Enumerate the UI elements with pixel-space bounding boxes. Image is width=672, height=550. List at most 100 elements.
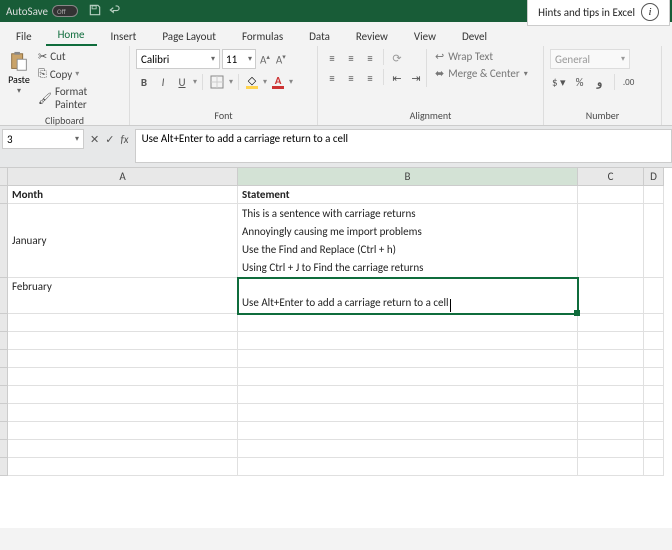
col-header-a[interactable]: A xyxy=(8,168,238,186)
cell[interactable] xyxy=(578,332,644,350)
cell-d2[interactable] xyxy=(644,204,664,278)
cell[interactable] xyxy=(644,440,664,458)
row-gutter[interactable] xyxy=(0,422,8,440)
increase-font-icon[interactable]: A▴ xyxy=(258,52,272,67)
align-left-icon[interactable]: ≡ xyxy=(324,69,340,87)
row-gutter[interactable] xyxy=(0,332,8,350)
format-painter-button[interactable]: 🖌Format Painter xyxy=(36,84,123,112)
cell[interactable] xyxy=(238,332,578,350)
row-gutter[interactable] xyxy=(0,204,8,278)
underline-button[interactable]: U xyxy=(174,73,190,91)
cell[interactable] xyxy=(578,386,644,404)
cell[interactable] xyxy=(578,404,644,422)
cell-c1[interactable] xyxy=(578,186,644,204)
hints-callout[interactable]: Hints and tips in Excel i xyxy=(527,0,670,26)
cell-d3[interactable] xyxy=(644,278,664,314)
row-gutter[interactable] xyxy=(0,278,8,314)
cell-a3[interactable]: February xyxy=(8,278,238,314)
increase-decimal-icon[interactable]: .00 xyxy=(621,73,637,91)
cell[interactable] xyxy=(238,404,578,422)
undo-icon[interactable] xyxy=(108,3,122,20)
cell[interactable] xyxy=(8,332,238,350)
cell-c2[interactable] xyxy=(578,204,644,278)
cell[interactable] xyxy=(238,440,578,458)
row-gutter[interactable] xyxy=(0,186,8,204)
tab-page-layout[interactable]: Page Layout xyxy=(150,26,228,46)
wrap-text-button[interactable]: ↩Wrap Text xyxy=(431,49,532,64)
cell[interactable] xyxy=(644,350,664,368)
cancel-edit-icon[interactable]: ✕ xyxy=(90,133,99,146)
cell[interactable] xyxy=(8,314,238,332)
autosave-toggle[interactable]: AutoSave Off xyxy=(6,5,78,18)
cell[interactable] xyxy=(644,422,664,440)
row-gutter[interactable] xyxy=(0,458,8,476)
italic-button[interactable]: I xyxy=(155,73,171,91)
increase-indent-icon[interactable]: ⇥ xyxy=(408,69,424,87)
cell[interactable] xyxy=(578,350,644,368)
cell-a2[interactable]: January xyxy=(8,204,238,278)
font-color-button[interactable]: A xyxy=(270,75,286,89)
align-bottom-icon[interactable]: ≡ xyxy=(362,49,378,67)
decrease-indent-icon[interactable]: ⇤ xyxy=(389,69,405,87)
tab-formulas[interactable]: Formulas xyxy=(230,26,295,46)
borders-button[interactable] xyxy=(208,73,226,91)
copy-button[interactable]: ⎘Copy ▾ xyxy=(36,66,123,82)
tab-review[interactable]: Review xyxy=(344,26,400,46)
cell[interactable] xyxy=(238,458,578,476)
cell[interactable] xyxy=(644,368,664,386)
tab-insert[interactable]: Insert xyxy=(99,26,149,46)
font-name-select[interactable]: Calibri▾ xyxy=(136,49,220,69)
align-right-icon[interactable]: ≡ xyxy=(362,69,378,87)
formula-bar-input[interactable]: Use Alt+Enter to add a carriage return t… xyxy=(135,129,672,163)
decrease-font-icon[interactable]: A▾ xyxy=(274,52,288,67)
cell[interactable] xyxy=(8,422,238,440)
cell[interactable] xyxy=(238,422,578,440)
cell[interactable] xyxy=(8,386,238,404)
col-header-c[interactable]: C xyxy=(578,168,644,186)
row-gutter[interactable] xyxy=(0,386,8,404)
tab-home[interactable]: Home xyxy=(46,24,97,46)
fill-color-button[interactable]: ◇ xyxy=(244,75,260,89)
cell[interactable] xyxy=(578,458,644,476)
cell-c3[interactable] xyxy=(578,278,644,314)
cell[interactable] xyxy=(8,350,238,368)
align-top-icon[interactable]: ≡ xyxy=(324,49,340,67)
cut-button[interactable]: ✂Cut xyxy=(36,49,123,64)
cell[interactable] xyxy=(8,404,238,422)
select-all-corner[interactable] xyxy=(0,168,8,186)
cell-d1[interactable] xyxy=(644,186,664,204)
row-gutter[interactable] xyxy=(0,350,8,368)
paste-button[interactable]: Paste ▾ xyxy=(6,49,32,112)
tab-file[interactable]: File xyxy=(4,26,44,46)
worksheet[interactable]: A B C D Month Statement January This is … xyxy=(0,168,672,528)
row-gutter[interactable] xyxy=(0,404,8,422)
font-size-select[interactable]: 11▾ xyxy=(222,49,256,69)
cell[interactable] xyxy=(644,404,664,422)
cell[interactable] xyxy=(238,368,578,386)
accounting-format-button[interactable]: $ ▾ xyxy=(550,73,568,91)
cell[interactable] xyxy=(8,368,238,386)
cell[interactable] xyxy=(644,332,664,350)
align-center-icon[interactable]: ≡ xyxy=(343,69,359,87)
tab-data[interactable]: Data xyxy=(297,26,342,46)
cell[interactable] xyxy=(644,458,664,476)
cell-a1[interactable]: Month xyxy=(8,186,238,204)
fx-icon[interactable]: fx xyxy=(120,133,128,146)
cell[interactable] xyxy=(644,314,664,332)
row-gutter[interactable] xyxy=(0,368,8,386)
cell[interactable] xyxy=(578,314,644,332)
cell-b3-editing[interactable]: Use Alt+Enter to add a carriage return t… xyxy=(238,278,578,314)
cell[interactable] xyxy=(644,386,664,404)
col-header-d[interactable]: D xyxy=(644,168,664,186)
number-format-select[interactable]: General▾ xyxy=(550,49,630,69)
percent-button[interactable]: % xyxy=(572,73,588,91)
tab-developer[interactable]: Devel xyxy=(450,26,499,46)
comma-style-button[interactable]: و xyxy=(592,73,608,91)
align-middle-icon[interactable]: ≡ xyxy=(343,49,359,67)
cell-b2[interactable]: This is a sentence with carriage returns… xyxy=(238,204,578,278)
cell[interactable] xyxy=(8,440,238,458)
tab-view[interactable]: View xyxy=(402,26,448,46)
cell[interactable] xyxy=(238,386,578,404)
cell[interactable] xyxy=(578,368,644,386)
cell[interactable] xyxy=(578,422,644,440)
